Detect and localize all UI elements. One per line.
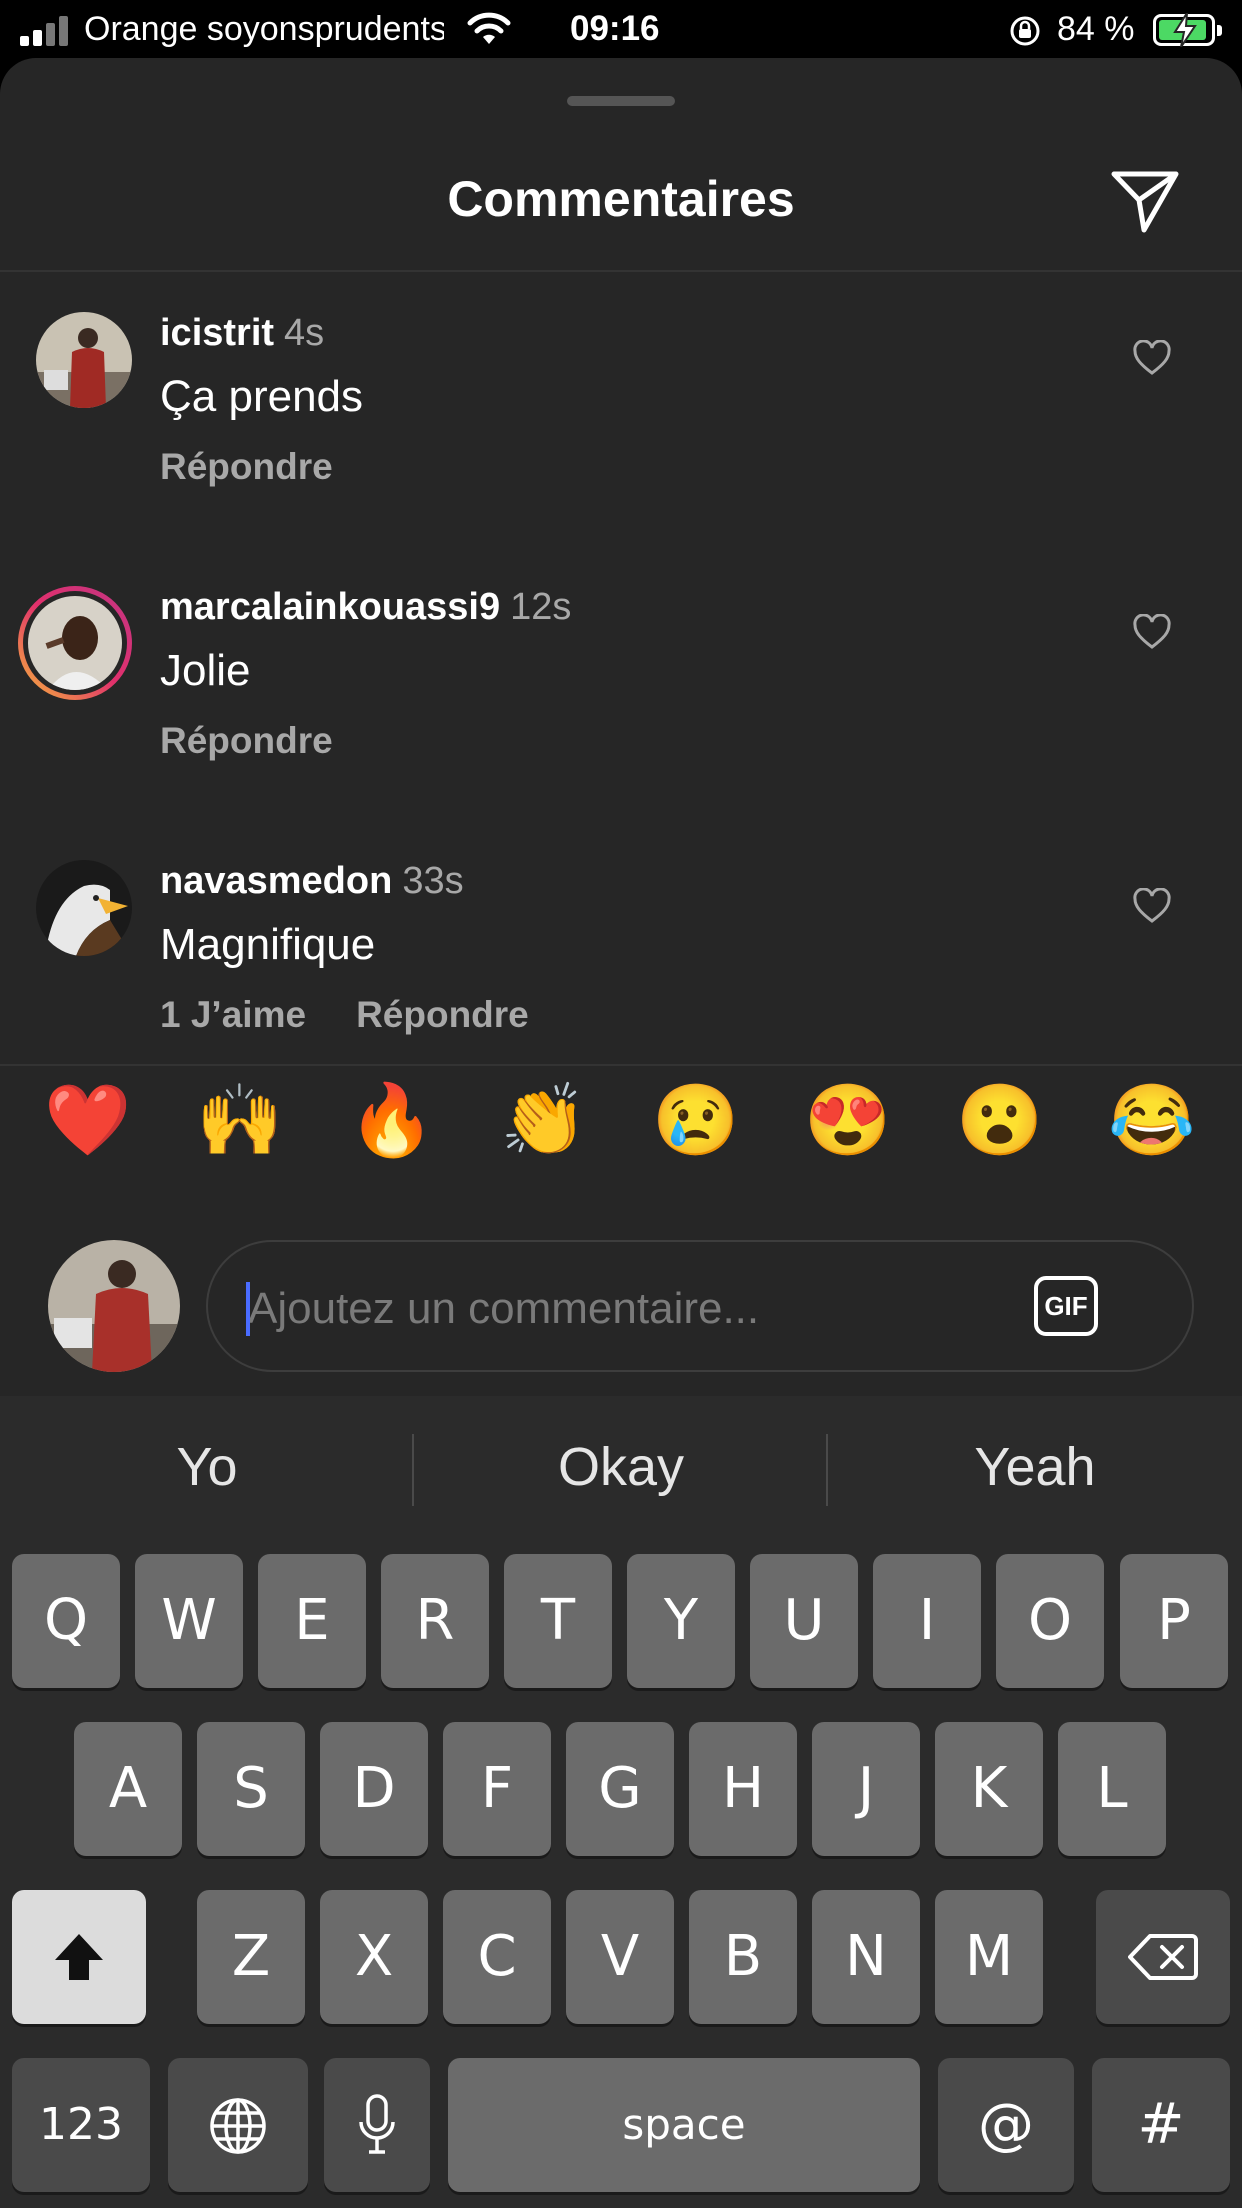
comment-input[interactable]: Ajoutez un commentaire... GIF (206, 1240, 1194, 1372)
key-x[interactable]: X (320, 1890, 428, 2024)
likes-count-button[interactable]: 1 J’aime (160, 994, 306, 1035)
battery-icon (1153, 13, 1222, 47)
avatar[interactable] (36, 312, 132, 408)
key-i[interactable]: I (873, 1554, 981, 1688)
reply-button[interactable]: Répondre (160, 446, 333, 487)
header-divider (0, 270, 1242, 272)
at-key[interactable]: @ (938, 2058, 1074, 2192)
reaction-fire[interactable]: 🔥 (342, 1070, 442, 1170)
key-u[interactable]: U (750, 1554, 858, 1688)
comment-input-placeholder: Ajoutez un commentaire... (248, 1284, 760, 1333)
key-p[interactable]: P (1120, 1554, 1228, 1688)
space-key[interactable]: space (448, 2058, 920, 2192)
comment-username[interactable]: navasmedon 33s (160, 860, 464, 903)
sheet-title: Commentaires (447, 171, 795, 227)
signal-icon (20, 14, 72, 46)
reaction-heart-eyes[interactable]: 😍 (798, 1070, 898, 1170)
key-o[interactable]: O (996, 1554, 1104, 1688)
comment-actions: Répondre (160, 446, 383, 488)
quick-reactions: ❤️ 🙌 🔥 👏 😢 😍 😮 😂 (0, 1070, 1242, 1190)
text-caret (246, 1282, 250, 1336)
globe-icon (210, 2098, 266, 2154)
reply-button[interactable]: Répondre (160, 720, 333, 761)
comment-text: Ça prends (160, 372, 364, 421)
dictation-key[interactable] (324, 2058, 430, 2192)
key-r[interactable]: R (381, 1554, 489, 1688)
sheet-grabber[interactable] (567, 96, 675, 106)
key-w[interactable]: W (135, 1554, 243, 1688)
key-n[interactable]: N (812, 1890, 920, 2024)
globe-key[interactable] (168, 2058, 308, 2192)
comment-age: 4s (284, 312, 325, 354)
key-f[interactable]: F (443, 1722, 551, 1856)
heart-icon[interactable] (1132, 614, 1172, 650)
microphone-icon (359, 2094, 395, 2154)
avatar-with-story-ring[interactable] (18, 586, 132, 700)
numbers-key[interactable]: 123 (12, 2058, 150, 2192)
comment-username[interactable]: marcalainkouassi9 12s (160, 586, 571, 629)
key-j[interactable]: J (812, 1722, 920, 1856)
clock: 09:16 (570, 9, 660, 48)
comment-actions: Répondre (160, 720, 383, 762)
comment-item: icistrit 4s Ça prends Répondre (0, 312, 1242, 562)
comment-item: marcalainkouassi9 12s Jolie Répondre (0, 586, 1242, 836)
heart-icon[interactable] (1132, 340, 1172, 376)
comment-text: Magnifique (160, 920, 376, 969)
comments-sheet: Commentaires icistrit 4s Ça prends Répond… (0, 58, 1242, 1396)
reaction-heart[interactable]: ❤️ (38, 1070, 138, 1170)
reaction-crying[interactable]: 😢 (646, 1070, 746, 1170)
reaction-laughing[interactable]: 😂 (1102, 1070, 1202, 1170)
key-g[interactable]: G (566, 1722, 674, 1856)
rotation-lock-icon (1010, 16, 1040, 46)
key-c[interactable]: C (443, 1890, 551, 2024)
share-icon[interactable] (1110, 168, 1180, 234)
key-s[interactable]: S (197, 1722, 305, 1856)
battery-percent: 84 % (1057, 10, 1135, 48)
shift-icon (55, 1934, 103, 1980)
delete-key[interactable] (1096, 1890, 1230, 2024)
key-v[interactable]: V (566, 1890, 674, 2024)
wifi-icon (467, 12, 511, 44)
comment-age: 12s (510, 586, 572, 628)
heart-icon[interactable] (1132, 888, 1172, 924)
keyboard: Yo Okay Yeah Q W E R T Y U I O P A S D F… (0, 1396, 1242, 2208)
key-a[interactable]: A (74, 1722, 182, 1856)
current-user-avatar (48, 1240, 180, 1372)
reaction-surprised[interactable]: 😮 (950, 1070, 1050, 1170)
carrier-name: Orange soyonsprudents (84, 10, 444, 48)
key-h[interactable]: H (689, 1722, 797, 1856)
key-q[interactable]: Q (12, 1554, 120, 1688)
suggestion-2[interactable]: Okay (414, 1436, 828, 1498)
reaction-raised-hands[interactable]: 🙌 (190, 1070, 290, 1170)
delete-icon (1128, 1934, 1198, 1980)
key-m[interactable]: M (935, 1890, 1043, 2024)
key-k[interactable]: K (935, 1722, 1043, 1856)
key-z[interactable]: Z (197, 1890, 305, 2024)
gif-button[interactable]: GIF (1034, 1276, 1098, 1336)
key-l[interactable]: L (1058, 1722, 1166, 1856)
key-d[interactable]: D (320, 1722, 428, 1856)
suggestion-1[interactable]: Yo (0, 1436, 414, 1498)
key-t[interactable]: T (504, 1554, 612, 1688)
key-e[interactable]: E (258, 1554, 366, 1688)
suggestion-3[interactable]: Yeah (828, 1436, 1242, 1498)
key-b[interactable]: B (689, 1890, 797, 2024)
reply-button[interactable]: Répondre (356, 994, 529, 1035)
comment-text: Jolie (160, 646, 251, 695)
reactions-divider (0, 1064, 1242, 1066)
comment-username[interactable]: icistrit 4s (160, 312, 324, 355)
reaction-clap[interactable]: 👏 (494, 1070, 594, 1170)
status-bar: Orange soyonsprudents 09:16 84 % (0, 0, 1242, 62)
shift-key[interactable] (12, 1890, 146, 2024)
avatar[interactable] (36, 860, 132, 956)
hash-key[interactable]: # (1092, 2058, 1230, 2192)
key-y[interactable]: Y (627, 1554, 735, 1688)
comment-age: 33s (402, 860, 464, 902)
comment-actions: 1 J’aime Répondre (160, 994, 579, 1036)
